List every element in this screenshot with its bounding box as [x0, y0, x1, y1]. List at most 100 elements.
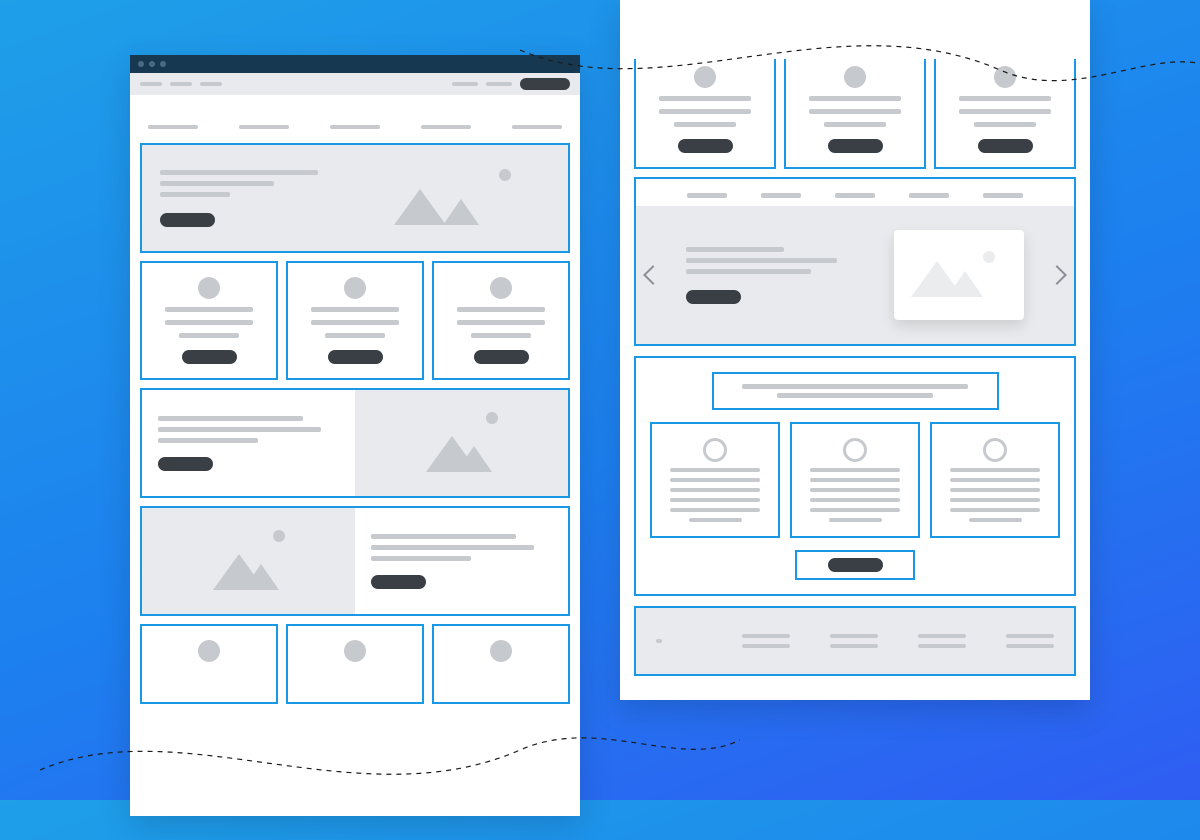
carousel-tab[interactable]: [909, 193, 949, 198]
avatar-icon: [198, 277, 220, 299]
text-line: [686, 247, 784, 252]
text-line: [659, 96, 750, 101]
text-line: [659, 109, 750, 114]
window-dot-icon: [149, 61, 155, 67]
feature-card[interactable]: [432, 624, 570, 704]
carousel-tab[interactable]: [687, 193, 727, 198]
split-text: [355, 508, 568, 614]
carousel-tab[interactable]: [761, 193, 801, 198]
text-line: [1006, 634, 1054, 638]
feature-card[interactable]: [286, 624, 424, 704]
nav-tab[interactable]: [239, 125, 289, 129]
team-card[interactable]: [930, 422, 1060, 538]
text-line: [670, 468, 760, 472]
feature-card[interactable]: [934, 50, 1076, 169]
browser-toolbar: [130, 73, 580, 95]
feature-card[interactable]: [286, 261, 424, 380]
text-line: [810, 508, 900, 512]
card-button[interactable]: [328, 350, 383, 364]
text-line: [950, 508, 1040, 512]
hero-copy: [160, 170, 336, 227]
chevron-left-icon[interactable]: [643, 265, 663, 285]
text-line: [950, 468, 1040, 472]
text-line: [457, 320, 545, 325]
carousel-tab[interactable]: [983, 193, 1023, 198]
header-cta-button[interactable]: [520, 78, 570, 90]
nav-tab[interactable]: [421, 125, 471, 129]
text-line: [158, 427, 321, 432]
card-button[interactable]: [678, 139, 733, 153]
footer-logo-stub: [656, 639, 662, 643]
text-line: [824, 122, 887, 127]
avatar-icon: [694, 66, 716, 88]
torn-edge-bottom-icon: [130, 756, 580, 816]
text-line: [742, 644, 790, 648]
text-line: [742, 384, 968, 389]
text-line: [670, 478, 760, 482]
avatar-icon: [490, 277, 512, 299]
carousel-button[interactable]: [686, 290, 741, 304]
text-line: [950, 488, 1040, 492]
text-line: [371, 556, 471, 561]
feature-card[interactable]: [140, 624, 278, 704]
primary-nav: [130, 95, 580, 135]
text-line: [686, 269, 811, 274]
footer-link-column: [918, 634, 966, 648]
browser-titlebar: [130, 55, 580, 73]
carousel-image-card: [894, 230, 1024, 320]
text-line: [829, 518, 882, 522]
card-button[interactable]: [182, 350, 237, 364]
mockup-page-top: [130, 55, 580, 815]
card-button[interactable]: [474, 350, 529, 364]
text-line: [810, 498, 900, 502]
text-line: [670, 498, 760, 502]
carousel-tab[interactable]: [835, 193, 875, 198]
split-button[interactable]: [158, 457, 213, 471]
nav-tab[interactable]: [148, 125, 198, 129]
feature-card[interactable]: [634, 50, 776, 169]
team-card-row: [650, 422, 1060, 538]
nav-stub: [140, 82, 162, 86]
section-cta-box[interactable]: [795, 550, 915, 580]
footer-link-column: [1006, 634, 1054, 648]
nav-tab[interactable]: [512, 125, 562, 129]
torn-edge-top-icon: [620, 0, 1090, 59]
text-line: [686, 258, 837, 263]
card-button[interactable]: [828, 139, 883, 153]
feature-card[interactable]: [784, 50, 926, 169]
text-line: [160, 170, 318, 175]
card-button[interactable]: [978, 139, 1033, 153]
image-placeholder-icon: [355, 390, 568, 496]
avatar-icon: [994, 66, 1016, 88]
text-line: [179, 333, 240, 338]
text-line: [689, 518, 742, 522]
text-line: [809, 96, 900, 101]
section-cta-button[interactable]: [828, 558, 883, 572]
text-line: [810, 478, 900, 482]
chevron-right-icon[interactable]: [1047, 265, 1067, 285]
text-line: [809, 109, 900, 114]
feature-card[interactable]: [140, 261, 278, 380]
nav-tab[interactable]: [330, 125, 380, 129]
text-line: [670, 488, 760, 492]
team-card[interactable]: [790, 422, 920, 538]
text-line: [918, 634, 966, 638]
text-line: [969, 518, 1022, 522]
team-card[interactable]: [650, 422, 780, 538]
hero-button[interactable]: [160, 213, 215, 227]
text-line: [742, 634, 790, 638]
text-line: [457, 307, 545, 312]
footer-link-column: [742, 634, 790, 648]
carousel-copy: [686, 247, 864, 304]
text-line: [918, 644, 966, 648]
text-line: [160, 181, 274, 186]
feature-card[interactable]: [432, 261, 570, 380]
feature-card-row: [140, 261, 570, 380]
text-line: [959, 96, 1050, 101]
text-line: [830, 644, 878, 648]
split-button[interactable]: [371, 575, 426, 589]
window-dot-icon: [138, 61, 144, 67]
text-line: [158, 416, 303, 421]
team-section: [634, 356, 1076, 596]
text-line: [974, 122, 1037, 127]
